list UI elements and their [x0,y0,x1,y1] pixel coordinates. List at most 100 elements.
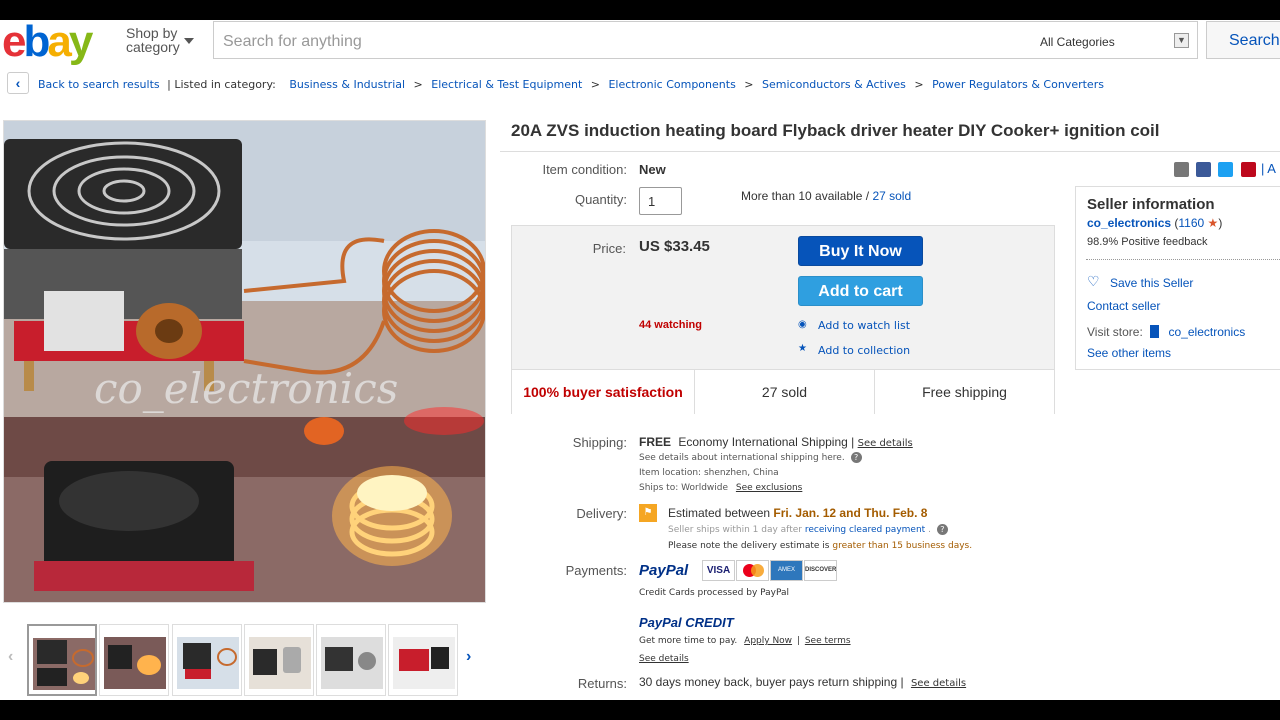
delivery-estimate: Estimated between Fri. Jan. 12 and Thu. … [668,506,927,520]
visit-store-label: Visit store: [1087,325,1143,339]
intl-note-text: See details about international shipping… [639,453,845,463]
payments-label: Payments: [565,563,627,578]
pipe-separator: | [796,636,800,646]
store-link[interactable]: co_electronics [1169,325,1246,339]
email-icon[interactable] [1174,162,1189,177]
thumbnail-image [321,637,383,689]
twitter-icon[interactable] [1218,162,1233,177]
paypal-see-details-link[interactable]: See details [639,654,689,664]
amex-card-icon: AMEX [770,560,803,581]
back-arrow-icon[interactable]: ‹ [7,72,29,94]
chevron-down-icon: ▼ [1174,33,1189,48]
ships-to-label: Ships to: [639,483,679,493]
search-button[interactable]: Search [1206,21,1280,59]
breadcrumb-item-semiconductors[interactable]: Semiconductors & Actives [762,78,906,91]
breadcrumb: Back to search results | Listed in categ… [38,78,1104,91]
quantity-input[interactable]: 1 [639,187,682,215]
quantity-label: Quantity: [574,192,627,207]
category-select[interactable]: All Categories ▼ [1026,21,1198,59]
facebook-icon[interactable] [1196,162,1211,177]
item-location: Item location: shenzhen, China [639,468,779,478]
contact-seller-link[interactable]: Contact seller [1087,299,1160,313]
breadcrumb-item-electrical[interactable]: Electrical & Test Equipment [431,78,582,91]
location-value: shenzhen, China [703,468,779,478]
logo-b: b [23,20,50,66]
returns-see-details-link[interactable]: See details [911,678,966,689]
thumbnail-1[interactable] [27,624,97,696]
shipping-method: Economy International Shipping | [678,435,855,449]
seller-name-row: co_electronics (1160 ★) [1087,216,1223,230]
see-terms-link[interactable]: See terms [805,636,851,646]
cleared-payment-link[interactable]: receiving cleared payment [805,525,925,535]
thumbnail-3[interactable] [172,624,242,696]
category-select-value: All Categories [1040,35,1115,49]
thumbnail-5[interactable] [316,624,386,696]
thumbnail-image [177,637,239,689]
intl-shipping-note: See details about international shipping… [639,452,862,463]
estimated-text: Estimated between [668,506,771,520]
pinterest-icon[interactable] [1241,162,1256,177]
seller-name-link[interactable]: co_electronics [1087,216,1171,230]
thumbnail-4[interactable] [244,624,314,696]
thumbnail-image [33,638,95,690]
delivery-note-highlight: greater than 15 business days. [832,541,973,551]
condition-value: New [639,162,666,177]
save-seller-link[interactable]: Save this Seller [1110,276,1193,290]
apply-now-link[interactable]: Apply Now [744,636,792,646]
heart-icon[interactable]: ♡ [1087,273,1100,290]
sold-link[interactable]: 27 sold [872,189,911,203]
shop-by-label: Shop by [126,25,178,41]
category-label: category [126,39,180,55]
breadcrumb-sep: > [914,78,924,91]
paypal-credit-row: Get more time to pay. Apply Now | See te… [639,636,851,646]
logo-a: a [47,20,72,66]
delivery-note: Please note the delivery estimate is gre… [668,541,972,551]
add-to-cart-button[interactable]: Add to cart [798,276,923,306]
shipping-see-details-link[interactable]: See details [858,438,913,449]
back-to-results-link[interactable]: Back to search results [38,78,160,91]
star-icon: ★ [798,343,807,354]
help-icon[interactable]: ? [850,452,862,463]
thumbnail-image [104,637,166,689]
thumbnail-image [249,637,311,689]
delivery-dates: Fri. Jan. 12 and Thu. Feb. 8 [773,506,928,520]
free-shipping-stat: Free shipping [874,370,1054,414]
add-to-watch-list-link[interactable]: Add to watch list [818,319,910,332]
breadcrumb-item-power-regulators[interactable]: Power Regulators & Converters [932,78,1104,91]
breadcrumb-item-business[interactable]: Business & Industrial [289,78,405,91]
see-other-items-link[interactable]: See other items [1087,346,1171,360]
mastercard-icon [736,560,769,581]
add-to-collection-link[interactable]: Add to collection [818,344,910,357]
thumbnail-strip: ‹ › [8,624,488,696]
ships-to-value: Worldwide [681,483,729,493]
store-icon [1150,325,1160,338]
sold-stat: 27 sold [694,370,874,414]
shipping-label: Shipping: [572,435,627,450]
shop-by-category-button[interactable]: Shop by category [126,26,180,54]
eye-icon: ◉ [798,319,807,330]
positive-feedback: 98.9% Positive feedback [1087,236,1208,248]
credit-cards-note: Credit Cards processed by PayPal [639,588,790,598]
logo-e: e [2,20,27,66]
thumbnail-image [393,637,455,689]
handling-dot: . [928,525,931,535]
breadcrumb-item-components[interactable]: Electronic Components [608,78,735,91]
thumbnail-6[interactable] [388,624,458,696]
feedback-score[interactable]: 1160 [1178,216,1204,230]
item-title: 20A ZVS induction heating board Flyback … [511,121,1160,140]
star-icon: ★ [1207,216,1219,230]
share-more: | A [1261,161,1276,176]
thumbnail-prev-icon[interactable]: ‹ [8,648,13,666]
search-input[interactable]: Search for anything [213,21,1027,59]
breadcrumb-sep: > [744,78,754,91]
ebay-logo[interactable]: ebay [2,20,93,66]
thumbnail-2[interactable] [99,624,169,696]
see-exclusions-link[interactable]: See exclusions [736,483,802,493]
price-value: US $33.45 [639,238,710,255]
handling-text: Seller ships within 1 day after [668,525,802,535]
thumbnail-next-icon[interactable]: › [466,648,471,666]
paypal-credit-logo: PayPal CREDIT [639,615,734,630]
product-main-image[interactable]: co_electronics [3,120,486,603]
buy-it-now-button[interactable]: Buy It Now [798,236,923,266]
help-icon[interactable]: ? [936,524,948,535]
